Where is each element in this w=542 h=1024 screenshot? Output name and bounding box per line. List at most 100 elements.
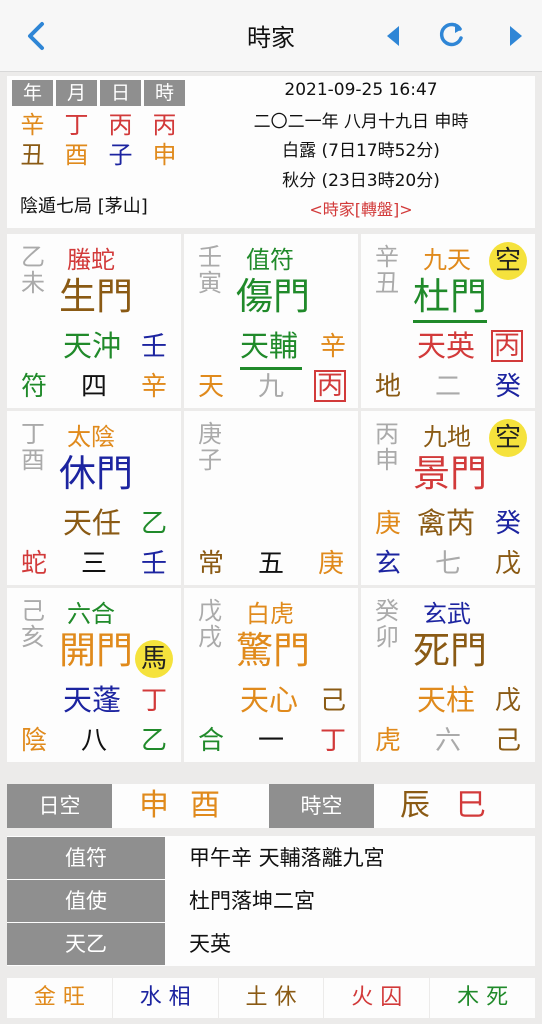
palace-kan[interactable]: 戊戌 白虎 驚門 天心 己 合 一 丁 — [184, 588, 358, 762]
star-underline — [240, 367, 302, 370]
palace-stems: 癸卯 — [375, 597, 399, 651]
ground-stem: 癸 — [495, 372, 522, 402]
palace-number: 四 — [81, 372, 108, 402]
hour-kong-label: 時空 — [269, 784, 374, 828]
palace-xun[interactable]: 乙未 螣蛇 生門 天沖 壬 符 四 辛 — [7, 234, 181, 408]
solar-term-1: 白露 (7日17時52分) — [282, 141, 440, 161]
triangle-right-icon[interactable] — [506, 24, 526, 48]
ground-stem: 壬 — [141, 549, 168, 579]
spirit: 蛇 — [21, 549, 48, 579]
palace-stems: 丙申 — [375, 420, 399, 474]
branch-year: 丑 — [20, 141, 45, 169]
refresh-icon[interactable] — [436, 20, 466, 50]
info-panel: 年 月 日 時 辛 丁 丙 丙 丑 酉 子 申 陰遁七局 [茅山] 2021-0… — [7, 76, 535, 228]
palace-number: 九 — [258, 372, 285, 402]
deity: 六合 — [67, 600, 115, 628]
triangle-left-icon[interactable] — [383, 24, 403, 48]
stem-day: 丙 — [108, 111, 133, 139]
pillar-stems: 辛 丁 丙 丙 — [12, 110, 188, 140]
solar-term-2: 秋分 (23日3時20分) — [282, 171, 440, 191]
deity: 白虎 — [246, 600, 294, 628]
spirit: 玄 — [375, 549, 402, 579]
palace-qian[interactable]: 癸卯 玄武 死門 天柱 戊 虎 六 己 — [361, 588, 535, 762]
ground-stem: 丙 — [314, 370, 347, 402]
stem-hour: 丙 — [152, 111, 177, 139]
palace-stems: 辛丑 — [375, 243, 399, 297]
palace-gen[interactable]: 己亥 六合 開門 馬 天蓬 丁 陰 八 乙 — [7, 588, 181, 762]
wuxing-metal: 金 旺 — [7, 978, 112, 1018]
palace-number: 八 — [81, 726, 108, 756]
door: 生門 — [59, 275, 133, 318]
deity: 玄武 — [423, 600, 471, 628]
day-kong-value-2: 酉 — [190, 788, 220, 823]
ground-stem: 己 — [495, 726, 522, 756]
star: 天輔 — [240, 329, 299, 363]
palace-center[interactable]: 庚子 常 五 庚 — [184, 411, 358, 585]
star-stem: 戊 — [495, 686, 522, 716]
palace-number: 七 — [435, 549, 462, 579]
star: 天英 — [417, 329, 476, 363]
day-kong-value-1: 申 — [139, 788, 169, 823]
palace-stems: 丁酉 — [21, 420, 45, 474]
palace-number: 六 — [435, 726, 462, 756]
deity: 九地 — [423, 423, 471, 451]
palace-stems: 庚子 — [198, 420, 222, 474]
star: 天心 — [240, 683, 299, 717]
palace-stems: 己亥 — [21, 597, 45, 651]
spirit: 陰 — [21, 726, 48, 756]
pillar-header: 年 月 日 時 — [12, 80, 188, 106]
zhifu-value: 甲午辛 天輔落離九宮 — [189, 846, 385, 870]
star-left-stem: 庚 — [375, 509, 402, 539]
spirit: 虎 — [375, 726, 402, 756]
star: 禽芮 — [417, 506, 476, 540]
palace-li[interactable]: 壬寅 值符 傷門 天輔 辛 天 九 丙 — [184, 234, 358, 408]
palace-number: 五 — [258, 549, 285, 579]
pillar-label-day: 日 — [100, 80, 141, 106]
star-stem: 辛 — [320, 332, 347, 362]
door: 驚門 — [236, 629, 310, 672]
palace-stems: 壬寅 — [198, 243, 222, 297]
kong-bar: 日空 申 酉 時空 辰 巳 — [7, 784, 535, 828]
mode-link[interactable]: <時家[轉盤]> — [187, 196, 535, 220]
star: 天任 — [63, 506, 122, 540]
ground-stem: 辛 — [141, 372, 168, 402]
deity: 太陰 — [67, 423, 115, 451]
palace-dui[interactable]: 丙申 九地 空 景門 庚 禽芮 癸 玄 七 戊 — [361, 411, 535, 585]
door: 開門 — [59, 629, 133, 672]
deity: 值符 — [246, 246, 294, 274]
wuxing-water: 水 相 — [112, 978, 218, 1018]
spirit: 符 — [21, 372, 48, 402]
pillar-label-month: 月 — [56, 80, 97, 106]
star-stem: 丁 — [141, 686, 168, 716]
palace-kun[interactable]: 辛丑 九天 空 杜門 天英 丙 地 二 癸 — [361, 234, 535, 408]
pillar-label-year: 年 — [12, 80, 53, 106]
datetime: 2021-09-25 16:47 — [284, 80, 438, 100]
star-stem: 癸 — [495, 509, 522, 539]
hour-kong-value-1: 辰 — [400, 788, 430, 823]
wuxing-fire: 火 囚 — [324, 978, 430, 1018]
wuxing-bar: 金 旺 水 相 土 休 火 囚 木 死 — [7, 978, 535, 1018]
star-stem: 己 — [320, 686, 347, 716]
zhishi-label: 值使 — [7, 880, 165, 922]
wuxing-wood: 木 死 — [430, 978, 535, 1018]
door: 景門 — [413, 452, 487, 495]
palace-number: 二 — [435, 372, 462, 402]
door: 杜門 — [413, 275, 487, 318]
horse-marker: 馬 — [135, 640, 173, 678]
lunar-date: 二〇二一年 八月十九日 申時 — [253, 112, 469, 132]
stem-month: 丁 — [64, 111, 89, 139]
spirit: 地 — [375, 372, 402, 402]
star-stem: 丙 — [491, 330, 524, 362]
deity: 九天 — [423, 246, 471, 274]
star: 天蓬 — [63, 683, 122, 717]
palace-stems: 戊戌 — [198, 597, 222, 651]
details-panel: 值符 甲午辛 天輔落離九宮 值使 杜門落坤二宮 天乙 天英 — [7, 836, 535, 966]
ground-stem: 庚 — [318, 549, 345, 579]
door: 傷門 — [236, 275, 310, 318]
palace-zhen[interactable]: 丁酉 太陰 休門 天任 乙 蛇 三 壬 — [7, 411, 181, 585]
palace-number: 一 — [258, 726, 285, 756]
deity: 螣蛇 — [67, 246, 115, 274]
spirit: 天 — [198, 372, 225, 402]
star-stem: 乙 — [141, 509, 168, 539]
ground-stem: 戊 — [495, 549, 522, 579]
